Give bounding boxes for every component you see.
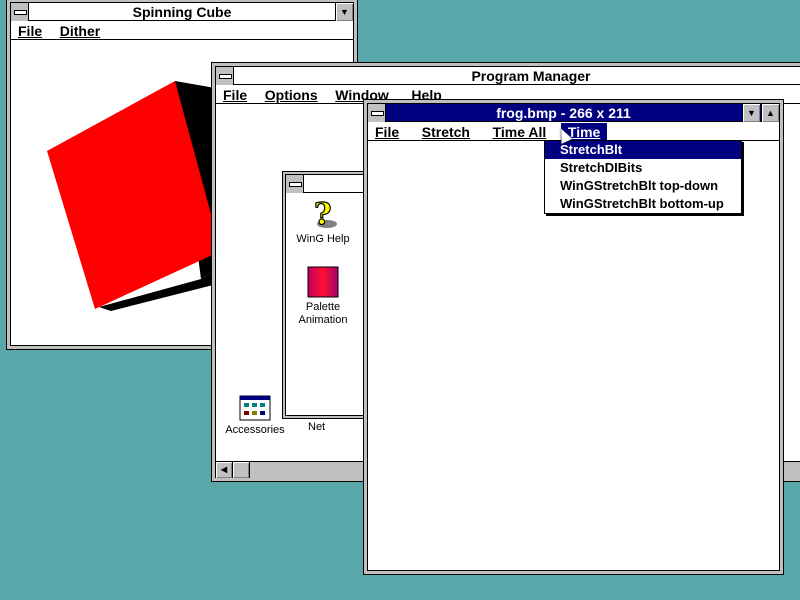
menu-dither[interactable]: Dither xyxy=(53,22,107,40)
menu-file[interactable]: File xyxy=(216,86,254,104)
menu-options[interactable]: Options xyxy=(258,86,325,104)
minimize-button[interactable]: ▼ xyxy=(335,3,353,21)
menu-item-stretchdibits[interactable]: StretchDIBits xyxy=(545,159,741,177)
window-title: frog.bmp - 266 x 211 xyxy=(496,105,631,121)
system-menu-box-icon[interactable] xyxy=(11,3,29,21)
program-group-titlebar[interactable] xyxy=(286,175,368,193)
palette-gradient-icon xyxy=(307,266,339,298)
system-menu-box-icon[interactable] xyxy=(368,104,386,122)
minimize-button[interactable]: ▼ xyxy=(742,104,760,122)
program-group-icon xyxy=(239,395,271,421)
palette-animation-item[interactable]: Palette Animation xyxy=(291,266,355,327)
menu-item-wingstretchblt-top-down[interactable]: WinGStretchBlt top-down xyxy=(545,177,741,195)
menu-file[interactable]: File xyxy=(11,22,49,40)
program-group-window[interactable]: ? WinG Help Palette Animation xyxy=(282,171,372,419)
wing-help-item[interactable]: ? WinG Help xyxy=(291,196,355,246)
window-title: Program Manager xyxy=(471,68,591,84)
menu-item-wingstretchblt-bottom-up[interactable]: WinGStretchBlt bottom-up xyxy=(545,195,741,213)
system-menu-box-icon[interactable] xyxy=(216,67,234,85)
menu-time-all[interactable]: Time All xyxy=(481,123,554,141)
scroll-left-arrow-icon[interactable]: ◀ xyxy=(216,462,233,478)
network-group-icon[interactable]: Net xyxy=(308,421,338,434)
program-manager-titlebar[interactable]: Program Manager xyxy=(216,67,800,85)
palette-animation-label-line1: Palette xyxy=(305,301,341,313)
spinning-cube-titlebar[interactable]: Spinning Cube ▼ xyxy=(11,3,353,21)
network-label: Net xyxy=(308,421,326,433)
spinning-cube-menubar: File Dither xyxy=(11,22,353,40)
menu-item-stretchblt[interactable]: StretchBlt xyxy=(545,141,741,159)
accessories-group-icon[interactable]: Accessories xyxy=(222,395,288,437)
menu-stretch[interactable]: Stretch xyxy=(410,123,477,141)
time-dropdown-menu: StretchBlt StretchDIBits WinGStretchBlt … xyxy=(544,140,742,214)
maximize-button[interactable]: ▲ xyxy=(761,104,779,122)
accessories-label: Accessories xyxy=(225,424,285,436)
help-question-icon: ? xyxy=(313,196,337,233)
palette-animation-label-line2: Animation xyxy=(298,314,348,326)
svg-text:?: ? xyxy=(314,197,332,230)
wing-help-label: WinG Help xyxy=(296,233,350,245)
frog-bmp-menubar: File Stretch Time All Time xyxy=(368,123,779,141)
scroll-thumb[interactable] xyxy=(233,462,250,478)
menu-file[interactable]: File xyxy=(368,123,406,141)
system-menu-box-icon[interactable] xyxy=(286,175,304,193)
window-title: Spinning Cube xyxy=(132,4,232,20)
frog-bmp-titlebar[interactable]: frog.bmp - 266 x 211 ▼ ▲ xyxy=(368,104,779,122)
